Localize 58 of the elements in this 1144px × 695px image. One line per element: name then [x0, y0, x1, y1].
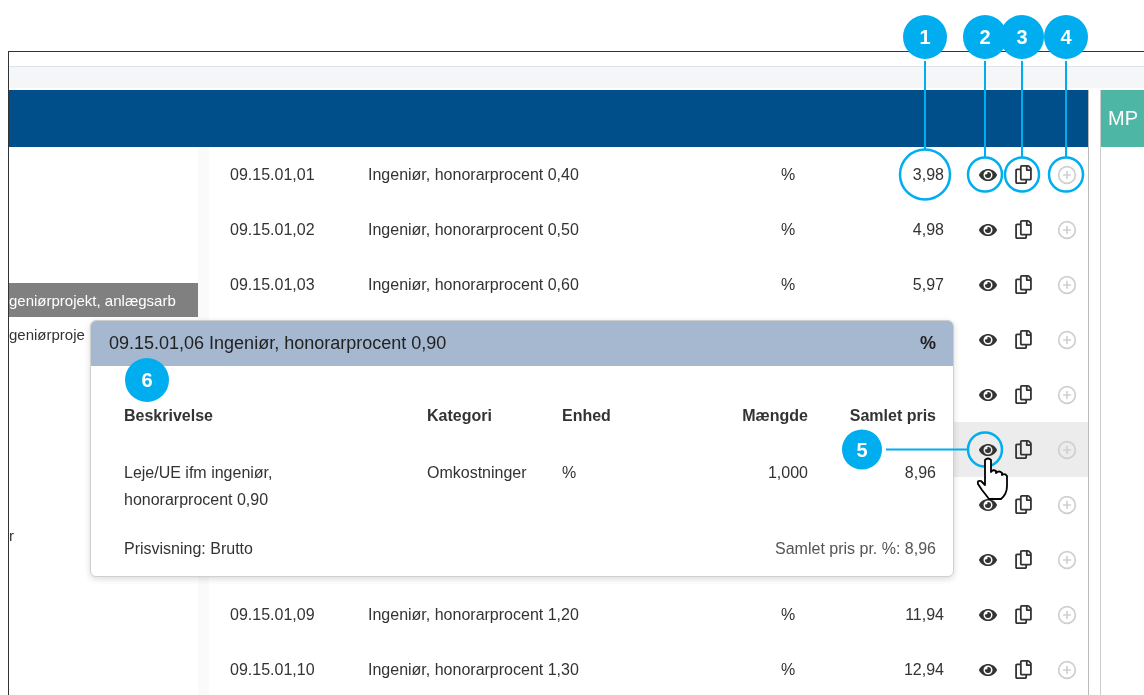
sidebar-item[interactable]: geniørprojekt, anlægsarb [9, 283, 198, 317]
price-cell-text: 4,98 [911, 220, 944, 239]
description-cell-text: Ingeniør, honorarprocent 1,20 [368, 605, 580, 624]
sidebar-item[interactable]: geniørproje [9, 317, 85, 351]
sidebar-item[interactable]: r [9, 518, 14, 552]
copy-button[interactable] [1013, 495, 1033, 514]
code-cell-text: 09.15.01,03 [230, 275, 316, 294]
hand-cursor-icon [976, 457, 1008, 500]
callout-marker: 5 [842, 429, 882, 470]
column-header: Enhed [562, 406, 611, 426]
callout-marker: 3 [1000, 15, 1044, 59]
copy-button[interactable] [1013, 385, 1033, 404]
copy-button[interactable] [1013, 165, 1033, 184]
column-header: Kategori [427, 406, 492, 426]
unit-cell-text: % [779, 165, 797, 184]
callout-marker: 4 [1044, 15, 1088, 59]
price-cell-text: 5,97 [911, 275, 944, 294]
code-cell-text: 09.15.01,02 [230, 220, 316, 239]
callout-marker: 6 [125, 358, 169, 402]
highlight-ring [1047, 156, 1085, 193]
description-cell-text: Ingeniør, honorarprocent 0,60 [368, 275, 580, 294]
detail-cell-text: % [562, 463, 577, 483]
code-cell-text: 09.15.01,09 [230, 605, 316, 624]
copy-button[interactable] [1013, 605, 1033, 624]
unit-cell-text: % [779, 220, 797, 239]
description-cell-text: Ingeniør, honorarprocent 0,50 [368, 220, 580, 239]
highlight-ring [1003, 156, 1041, 193]
description-cell-text: Ingeniør, honorarprocent 1,30 [368, 660, 580, 679]
copy-button[interactable] [1013, 440, 1033, 459]
detail-cell-text: Leje/UE ifm ingeniør, honorarprocent 0,90 [124, 463, 274, 510]
price-cell-text: 11,94 [904, 605, 944, 624]
detail-cell-text: 1,000 [767, 463, 808, 483]
unit-cell-text: % [779, 275, 797, 294]
highlight-ring [966, 156, 1004, 193]
code-cell-text: 09.15.01,01 [230, 165, 316, 184]
unit-cell-text: % [779, 660, 797, 679]
description-cell-text: Ingeniør, honorarprocent 0,40 [368, 165, 580, 184]
detail-cell-text: 8,96 [904, 463, 936, 483]
copy-button[interactable] [1013, 330, 1033, 349]
copy-button[interactable] [1013, 660, 1033, 679]
price-cell-text: 12,94 [902, 660, 944, 679]
callout-marker: 1 [903, 15, 947, 59]
copy-button[interactable] [1013, 550, 1033, 569]
copy-button[interactable] [1013, 275, 1033, 294]
highlight-ring [898, 148, 952, 201]
total-price-text: Samlet pris pr. %: 8,96 [775, 539, 936, 559]
detail-cell-text: Omkostninger [427, 463, 527, 483]
popover-title: 09.15.01,06 Ingeniør, honorarprocent 0,90 [109, 333, 447, 354]
price-cell-text: 3,98 [911, 165, 944, 184]
highlight-ring [966, 431, 1004, 468]
column-header: Mængde [742, 406, 808, 426]
code-cell-text: 09.15.01,10 [230, 660, 316, 679]
column-header: Samlet pris [849, 406, 936, 426]
unit-cell-text: % [779, 605, 797, 624]
column-header: Beskrivelse [124, 406, 213, 426]
copy-button[interactable] [1013, 220, 1033, 239]
price-view-text: Prisvisning: Brutto [124, 539, 253, 559]
popover-unit: % [920, 333, 936, 354]
